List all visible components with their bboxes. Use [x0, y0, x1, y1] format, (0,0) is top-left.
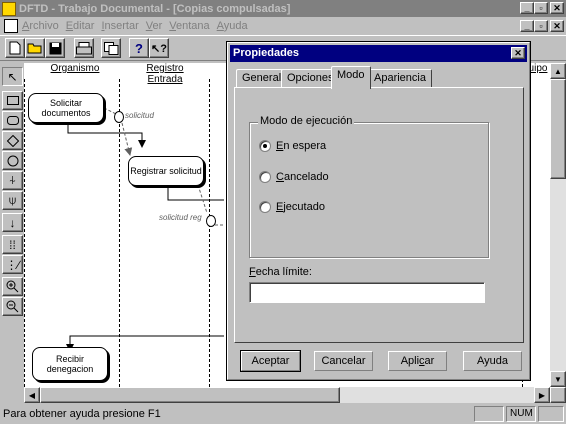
data-object-circle[interactable]	[114, 111, 124, 123]
radio-ejecutado[interactable]: Ejecutado	[259, 201, 325, 213]
down-arrow-icon[interactable]: ↓	[2, 213, 23, 232]
fecha-limite-input[interactable]	[249, 282, 485, 303]
vertical-scrollbar[interactable]: ▲ ▼	[550, 63, 566, 387]
status-pane	[474, 406, 504, 422]
window-title: DFTD - Trabajo Documental - [Copias comp…	[19, 2, 291, 15]
radio-indicator[interactable]	[259, 171, 271, 183]
radio-indicator[interactable]	[259, 201, 271, 213]
scroll-right-icon[interactable]: ▶	[534, 387, 550, 403]
aplicar-button[interactable]: Apli c ar	[387, 350, 448, 372]
radio-en-espera[interactable]: En espera	[259, 140, 326, 152]
zoom-in-icon[interactable]	[2, 277, 23, 296]
data-object-circle[interactable]	[206, 215, 216, 227]
restore-button[interactable]: ▫	[534, 2, 548, 14]
data-object-label: solicitud reg	[159, 213, 202, 222]
vertical-scroll-thumb[interactable]	[550, 79, 566, 179]
minimize-button[interactable]: _	[520, 2, 534, 14]
dialog-title: Propiedades	[233, 47, 300, 59]
radio-cancelado[interactable]: Cancelado	[259, 171, 329, 183]
diamond-icon[interactable]	[2, 131, 23, 150]
status-bar: Para obtener ayuda presione F1 NUM	[0, 404, 566, 424]
doc-restore-button[interactable]: ▫	[534, 20, 548, 32]
fecha-limite-label: Fecha límite:	[249, 266, 312, 278]
scroll-corner	[550, 387, 566, 403]
horizontal-scrollbar[interactable]: ◀ ▶	[24, 387, 550, 403]
tab-modo[interactable]: Modo	[331, 66, 371, 89]
copy-icon[interactable]	[101, 38, 121, 58]
task-recibir-denegacion[interactable]: Recibir denegacion	[32, 347, 108, 381]
open-folder-icon[interactable]	[25, 38, 45, 58]
split-icon[interactable]: ⍭	[2, 171, 23, 190]
dialog-title-bar[interactable]: Propiedades ✕	[230, 45, 527, 62]
branch-icon[interactable]: ⋮∕	[2, 255, 23, 274]
radio-label: Ejecutado	[276, 201, 325, 213]
horizontal-scroll-thumb[interactable]	[40, 387, 340, 403]
doc-minimize-button[interactable]: _	[520, 20, 534, 32]
doc-close-button[interactable]: ✕	[550, 20, 564, 32]
menu-ver[interactable]: Ver	[146, 20, 163, 32]
cancelar-button[interactable]: Cancelar	[313, 350, 374, 372]
scroll-up-icon[interactable]: ▲	[550, 63, 566, 79]
select-arrow-icon[interactable]: ↖	[2, 67, 23, 86]
menu-editar[interactable]: Editar	[66, 20, 95, 32]
print-icon[interactable]	[74, 38, 94, 58]
status-pane	[538, 406, 564, 422]
task-solicitar-documentos[interactable]: Solicitar documentos	[28, 93, 104, 123]
menu-archivo[interactable]: Archivo	[22, 20, 59, 32]
merge-icon[interactable]: ⍦	[2, 191, 23, 210]
app-icon[interactable]	[2, 1, 16, 16]
scroll-down-icon[interactable]: ▼	[550, 371, 566, 387]
radio-label: En espera	[276, 140, 327, 152]
radio-indicator[interactable]	[259, 140, 271, 152]
help-icon[interactable]: ?	[129, 38, 149, 58]
dialog-close-icon[interactable]: ✕	[511, 47, 525, 59]
circle-icon[interactable]	[2, 151, 23, 170]
group-title: Modo de ejecución	[258, 115, 355, 127]
task-registrar-solicitud[interactable]: Registrar solicitud	[128, 156, 204, 186]
rounded-rect-icon[interactable]	[2, 111, 23, 130]
new-document-icon[interactable]	[5, 38, 25, 58]
parallel-icon[interactable]: ⁞⁞	[2, 235, 23, 254]
tab-panel-modo: Modo de ejecución En espera Cancelado Ej…	[234, 87, 524, 343]
tab-apariencia[interactable]: Apariencia	[368, 69, 432, 88]
tool-palette: ↖ ⍭ ⍦ ↓ ⁞⁞ ⋮∕	[0, 63, 24, 388]
menu-ayuda[interactable]: Ayuda	[217, 20, 248, 32]
menu-insertar[interactable]: Insertar	[101, 20, 138, 32]
context-help-icon[interactable]: ↖?	[149, 38, 169, 58]
rectangle-icon[interactable]	[2, 91, 23, 110]
save-disk-icon[interactable]	[45, 38, 65, 58]
menu-ventana[interactable]: Ventana	[169, 20, 209, 32]
document-icon[interactable]	[4, 18, 18, 33]
properties-dialog: Propiedades ✕ General Opciones Modo Apar…	[226, 41, 531, 381]
radio-label: Cancelado	[276, 171, 329, 183]
data-object-label: solicitud	[125, 111, 154, 120]
ayuda-button[interactable]: Ayuda	[462, 350, 523, 372]
aceptar-button[interactable]: Aceptar	[240, 350, 301, 372]
scroll-left-icon[interactable]: ◀	[24, 387, 40, 403]
title-bar: DFTD - Trabajo Documental - [Copias comp…	[0, 0, 566, 17]
menu-bar: Archivo Editar Insertar Ver Ventana Ayud…	[0, 17, 566, 34]
zoom-out-icon[interactable]	[2, 297, 23, 316]
num-lock-indicator: NUM	[506, 406, 536, 422]
close-button[interactable]: ✕	[550, 2, 564, 14]
tab-general[interactable]: General	[236, 69, 288, 88]
